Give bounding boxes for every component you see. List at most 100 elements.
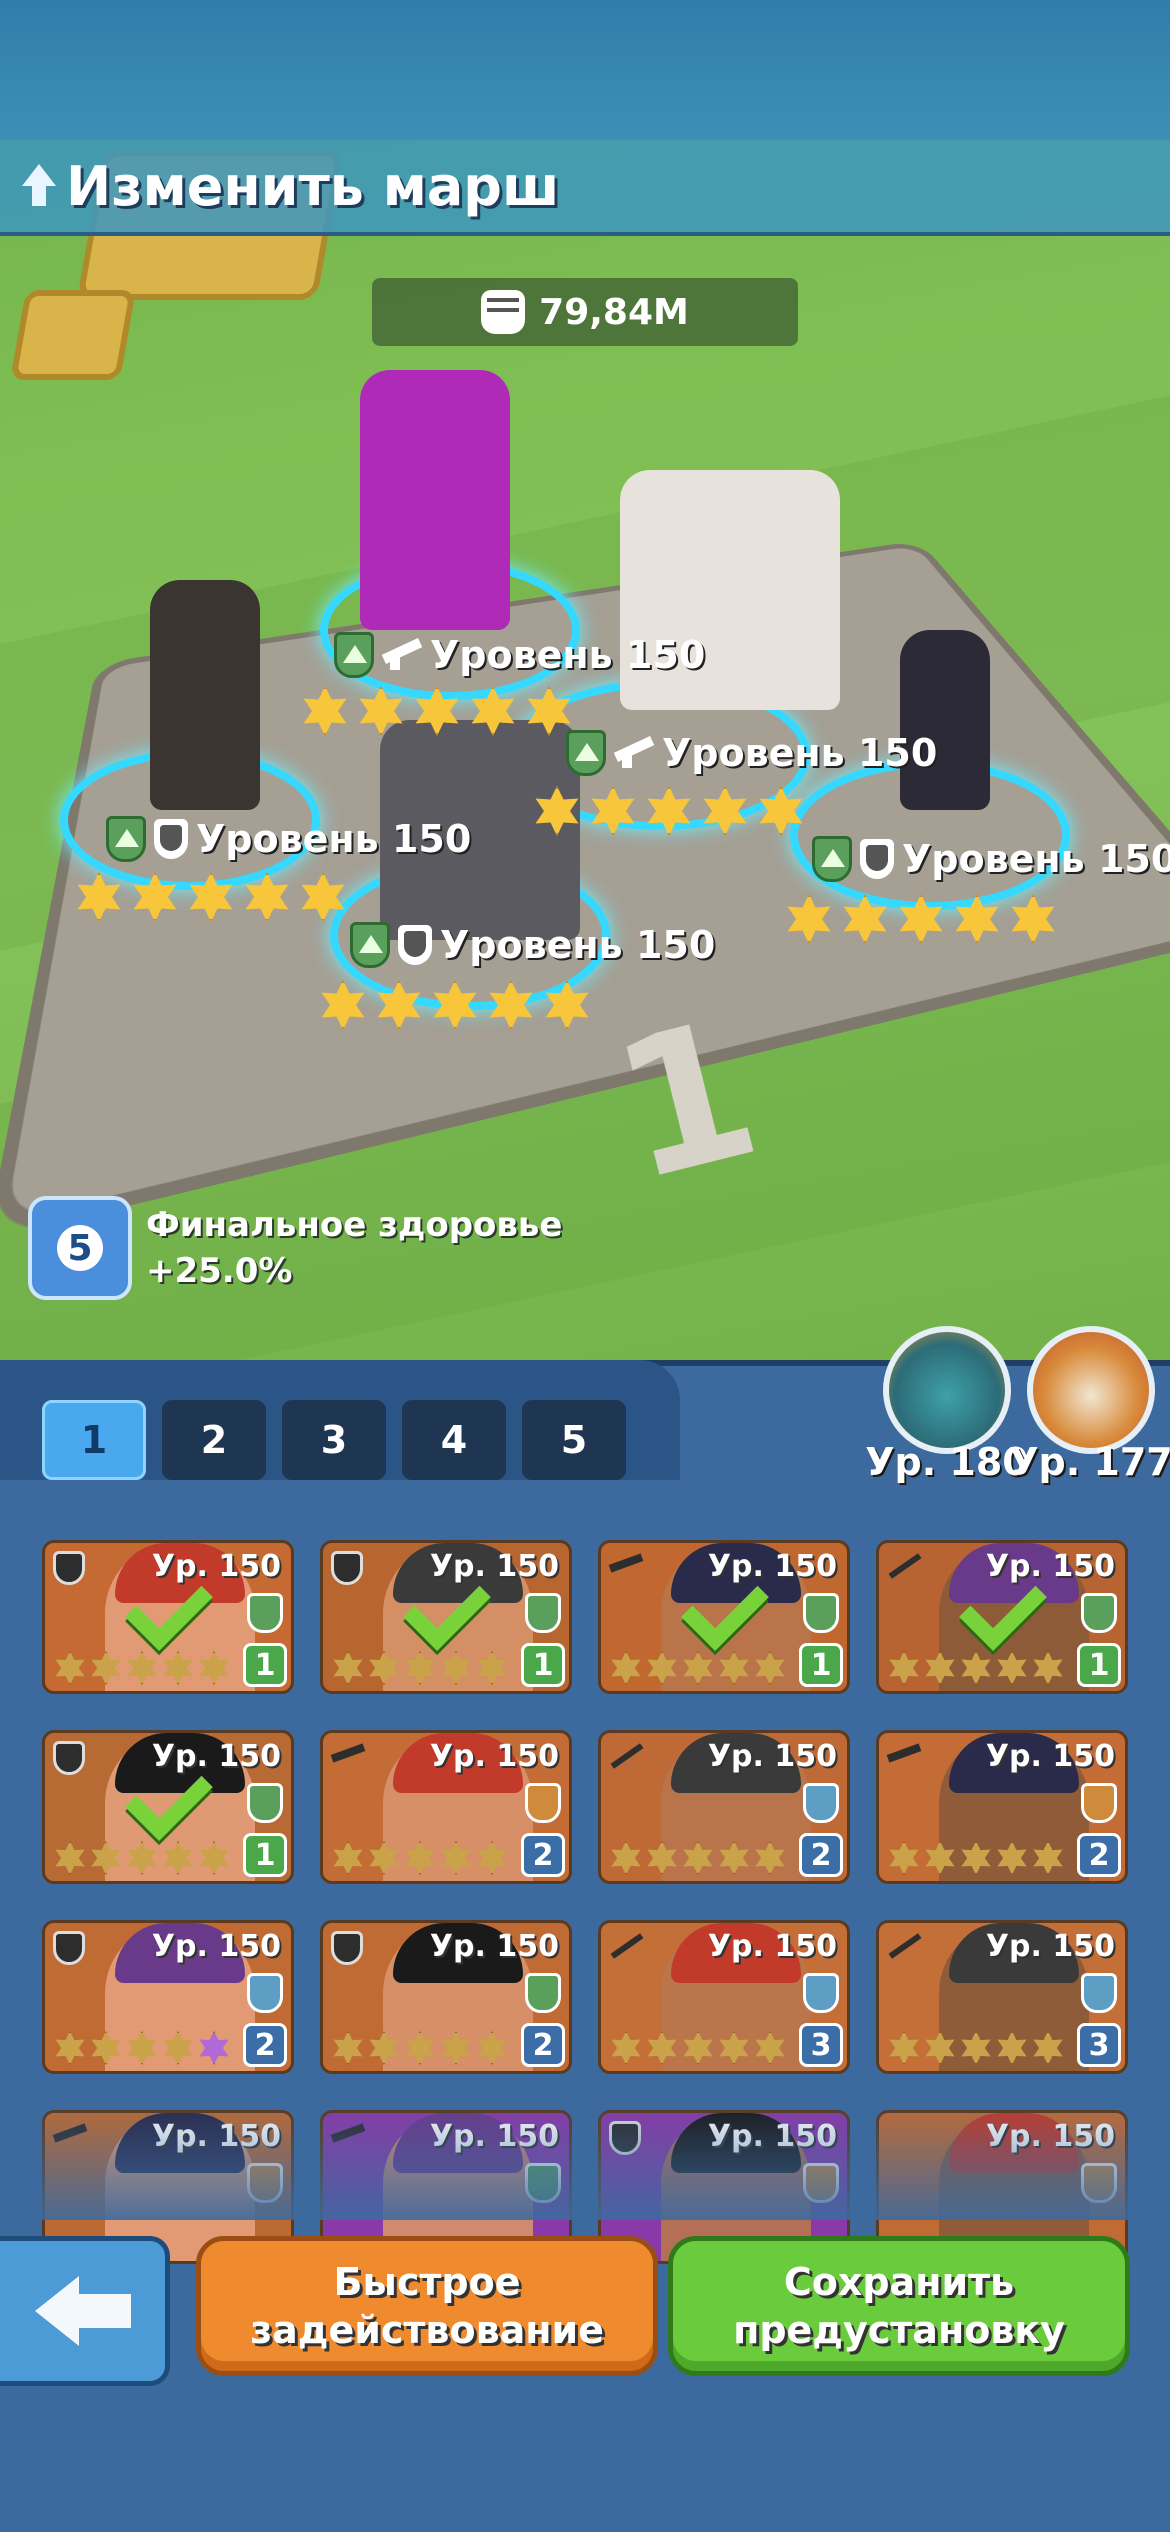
hero-stars	[300, 686, 574, 736]
hero-card[interactable]: Ур. 150 1	[42, 1540, 294, 1694]
star-icon	[527, 686, 571, 736]
march-slot-badge: 1	[521, 1643, 565, 1687]
hero-level: Ур. 150	[985, 1739, 1115, 1774]
star-icon	[961, 2031, 991, 2065]
hero-figure[interactable]	[360, 370, 510, 630]
star-icon	[683, 2031, 713, 2065]
checkmark-icon	[679, 1573, 769, 1643]
mountain-affinity-icon	[106, 816, 146, 862]
march-slot-badge: 1	[1077, 1643, 1121, 1687]
star-icon	[889, 2031, 919, 2065]
hero-figure[interactable]	[150, 580, 260, 810]
star-icon	[163, 1841, 193, 1875]
arrow-left-icon	[34, 2276, 131, 2346]
star-icon	[369, 1651, 399, 1685]
hero-level: Ур. 150	[429, 1739, 559, 1774]
shield-role-icon	[53, 1931, 85, 1965]
march-slot-badge: 1	[243, 1833, 287, 1877]
star-icon	[163, 1651, 193, 1685]
hero-figure[interactable]	[900, 630, 990, 810]
hero-card[interactable]: Ур. 150 3	[876, 1920, 1128, 2074]
pet-eagle[interactable]: Ур. 177	[1009, 1326, 1170, 1484]
hero-stars	[53, 1841, 231, 1875]
star-icon	[961, 1651, 991, 1685]
hero-level-label: Уровень 150	[196, 817, 472, 861]
hero-card[interactable]: Ур. 150 2	[42, 1920, 294, 2074]
star-icon	[369, 1841, 399, 1875]
eagle-pet-icon[interactable]	[1027, 1326, 1155, 1454]
hero-stars	[609, 2031, 787, 2065]
tab-preset-4[interactable]: 4	[402, 1400, 506, 1480]
pets: Ур. 180 Ур. 177	[865, 1326, 1170, 1484]
star-icon	[997, 1841, 1027, 1875]
star-icon	[489, 980, 533, 1030]
mountain-affinity-icon	[334, 632, 374, 678]
star-icon	[755, 1841, 785, 1875]
hero-stars	[887, 1651, 1065, 1685]
star-icon	[189, 872, 233, 922]
star-icon	[91, 1651, 121, 1685]
hero-level: Ур. 150	[429, 1929, 559, 1964]
march-slot-badge: 2	[521, 1833, 565, 1877]
star-icon	[333, 1841, 363, 1875]
gun-role-icon	[331, 1741, 363, 1775]
hero-card[interactable]: Ур. 150 2	[320, 1920, 572, 2074]
mountain-affinity-icon	[350, 922, 390, 968]
mountain-affinity-icon	[566, 730, 606, 776]
star-icon	[127, 2031, 157, 2065]
star-icon	[405, 2031, 435, 2065]
star-icon	[91, 1841, 121, 1875]
tab-preset-5[interactable]: 5	[522, 1400, 626, 1480]
power-display: 79,84M	[372, 278, 798, 346]
hero-card[interactable]: Ур. 150 1	[876, 1540, 1128, 1694]
hero-card[interactable]: Ур. 150 1	[42, 1730, 294, 1884]
pet-level: Ур. 180	[865, 1440, 1029, 1484]
hero-card[interactable]: Ур. 150 3	[598, 1920, 850, 2074]
back-button[interactable]	[0, 2236, 170, 2386]
march-slot-badge: 2	[243, 2023, 287, 2067]
rifle-role-icon	[382, 640, 422, 670]
hero-card[interactable]: Ур. 150 2	[598, 1730, 850, 1884]
tab-preset-2[interactable]: 2	[162, 1400, 266, 1480]
star-icon	[441, 2031, 471, 2065]
hero-level: Ур. 150	[707, 1929, 837, 1964]
star-icon	[133, 872, 177, 922]
green-affinity-icon	[803, 1593, 839, 1633]
save-preset-button[interactable]: Сохранить предустановку	[668, 2236, 1130, 2376]
dragon-pet-icon[interactable]	[883, 1326, 1011, 1454]
march-slot-badge: 2	[1077, 1833, 1121, 1877]
star-icon	[719, 1651, 749, 1685]
pet-dragon[interactable]: Ур. 180	[865, 1326, 1029, 1484]
rifle-role-icon	[887, 1931, 919, 1965]
star-icon	[545, 980, 589, 1030]
bonus-text: Финальное здоровье +25.0%	[146, 1202, 562, 1300]
rifle-role-icon	[609, 1931, 641, 1965]
gun-role-icon	[609, 1551, 641, 1585]
hero-card[interactable]: Ур. 150 2	[320, 1730, 572, 1884]
march-slot-badge: 2	[521, 2023, 565, 2067]
star-icon	[405, 1651, 435, 1685]
bonus-cycle-icon[interactable]: 5	[28, 1196, 132, 1300]
hero-card[interactable]: Ур. 150 2	[876, 1730, 1128, 1884]
orange-affinity-icon	[1081, 1783, 1117, 1823]
march-slot-badge: 1	[243, 1643, 287, 1687]
star-icon	[321, 980, 365, 1030]
star-icon	[405, 1841, 435, 1875]
star-icon	[899, 894, 943, 944]
bonus-value: +25.0%	[146, 1251, 293, 1291]
hero-card[interactable]: Ур. 150 1	[598, 1540, 850, 1694]
checkmark-icon	[957, 1573, 1047, 1643]
star-icon	[127, 1841, 157, 1875]
checkmark-icon	[123, 1763, 213, 1833]
tab-preset-1[interactable]: 1	[42, 1400, 146, 1480]
green-affinity-icon	[525, 1593, 561, 1633]
star-icon	[535, 786, 579, 836]
tab-preset-3[interactable]: 3	[282, 1400, 386, 1480]
hero-stars	[887, 2031, 1065, 2065]
quick-deploy-button[interactable]: Быстрое задействование	[196, 2236, 658, 2376]
formation-bonus[interactable]: 5 Финальное здоровье +25.0%	[28, 1196, 562, 1300]
hero-stars	[331, 2031, 509, 2065]
hero-stars	[331, 1651, 509, 1685]
hero-card[interactable]: Ур. 150 1	[320, 1540, 572, 1694]
march-slot-badge: 3	[799, 2023, 843, 2067]
